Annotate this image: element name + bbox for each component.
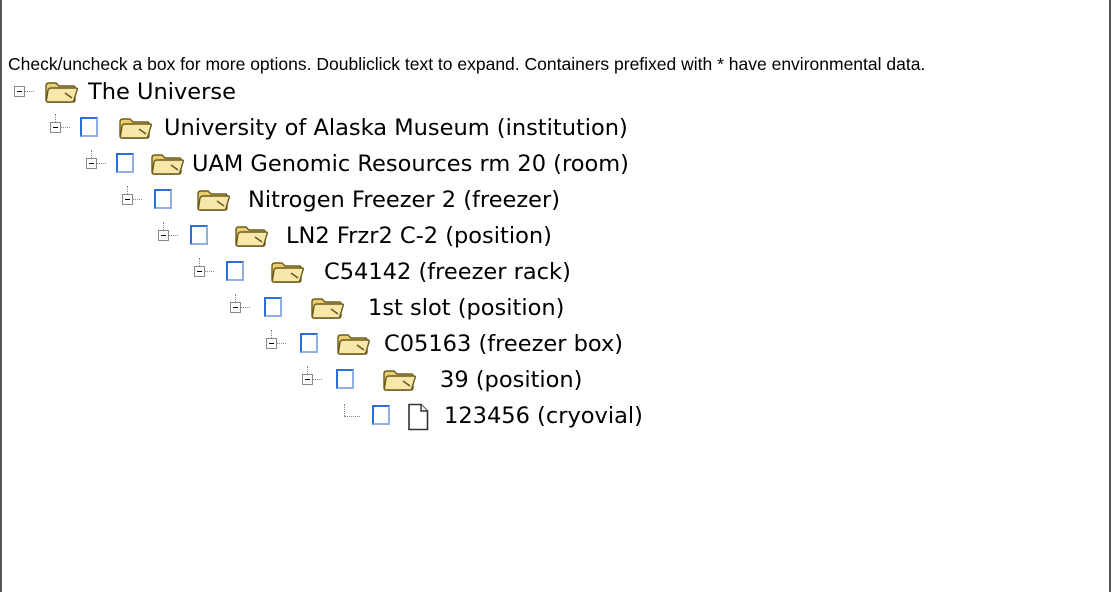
folder-icon [150, 153, 184, 175]
tree-node: LN2 Frzr2 C-2 (position) [158, 222, 758, 252]
tree-node-label[interactable]: 123456 (cryovial) [444, 403, 643, 429]
tree-connector [340, 402, 360, 432]
collapse-toggle[interactable] [158, 222, 178, 252]
tree-connector [133, 199, 142, 200]
tree-node: C54142 (freezer rack) [194, 258, 794, 288]
minus-icon[interactable] [122, 194, 133, 205]
tree-node: University of Alaska Museum (institution… [50, 114, 750, 144]
folder-icon [382, 369, 416, 391]
minus-icon[interactable] [50, 122, 61, 133]
folder-icon [270, 261, 304, 283]
file-icon [406, 403, 430, 431]
collapse-toggle[interactable] [122, 186, 142, 216]
tree-connector [199, 258, 200, 266]
folder-icon [234, 225, 268, 247]
tree-connector [307, 366, 308, 374]
collapse-toggle[interactable] [86, 150, 106, 180]
minus-icon[interactable] [266, 338, 277, 349]
tree-node-label[interactable]: The Universe [88, 79, 236, 105]
tree-connector [344, 404, 345, 416]
node-checkbox[interactable] [264, 297, 282, 317]
tree-node: Nitrogen Freezer 2 (freezer) [122, 186, 722, 216]
tree-node-label[interactable]: 1st slot (position) [368, 295, 564, 321]
collapse-toggle[interactable] [230, 294, 250, 324]
tree-connector [271, 330, 272, 338]
tree-node-label[interactable]: C05163 (freezer box) [384, 331, 623, 357]
tree-node: UAM Genomic Resources rm 20 (room) [86, 150, 786, 180]
minus-icon[interactable] [302, 374, 313, 385]
node-checkbox[interactable] [80, 117, 98, 137]
folder-icon [196, 189, 230, 211]
tree-connector [25, 91, 34, 92]
node-checkbox[interactable] [226, 261, 244, 281]
tree-connector [61, 127, 70, 128]
tree-connector [205, 271, 214, 272]
node-checkbox[interactable] [336, 369, 354, 389]
tree-node-root: The Universe [14, 78, 314, 108]
tree-connector [97, 163, 106, 164]
tree-connector [277, 343, 286, 344]
tree-connector [344, 416, 360, 417]
minus-icon[interactable] [14, 86, 25, 97]
node-checkbox[interactable] [300, 333, 318, 353]
tree-connector [169, 235, 178, 236]
folder-icon [44, 81, 78, 103]
minus-icon[interactable] [230, 302, 241, 313]
tree-connector [163, 222, 164, 230]
tree-connector [91, 150, 92, 158]
minus-icon[interactable] [194, 266, 205, 277]
tree-node: 1st slot (position) [230, 294, 830, 324]
tree-node: 39 (position) [302, 366, 902, 396]
tree-connector [241, 307, 250, 308]
collapse-toggle[interactable] [302, 366, 322, 396]
tree-node-leaf: 123456 (cryovial) [340, 402, 940, 432]
folder-icon [336, 333, 370, 355]
tree-connector [127, 186, 128, 194]
tree-node-label[interactable]: University of Alaska Museum (institution… [164, 115, 628, 141]
help-text: Check/uncheck a box for more options. Do… [8, 54, 926, 74]
tree-node-label[interactable]: Nitrogen Freezer 2 (freezer) [248, 187, 560, 213]
tree-node-label[interactable]: UAM Genomic Resources rm 20 (room) [192, 151, 629, 177]
tree-connector [55, 114, 56, 122]
tree-node: C05163 (freezer box) [266, 330, 866, 360]
folder-icon [118, 117, 152, 139]
tree-node-label[interactable]: 39 (position) [440, 367, 582, 393]
node-checkbox[interactable] [190, 225, 208, 245]
minus-icon[interactable] [158, 230, 169, 241]
node-checkbox[interactable] [372, 405, 390, 425]
collapse-toggle[interactable] [194, 258, 214, 288]
collapse-toggle[interactable] [50, 114, 70, 144]
tree-connector [313, 379, 322, 380]
collapse-toggle[interactable] [266, 330, 286, 360]
collapse-toggle[interactable] [14, 78, 34, 108]
folder-icon [310, 297, 344, 319]
tree-connector [235, 294, 236, 302]
minus-icon[interactable] [86, 158, 97, 169]
node-checkbox[interactable] [154, 189, 172, 209]
tree-node-label[interactable]: C54142 (freezer rack) [324, 259, 571, 285]
node-checkbox[interactable] [116, 153, 134, 173]
tree-node-label[interactable]: LN2 Frzr2 C-2 (position) [286, 223, 552, 249]
